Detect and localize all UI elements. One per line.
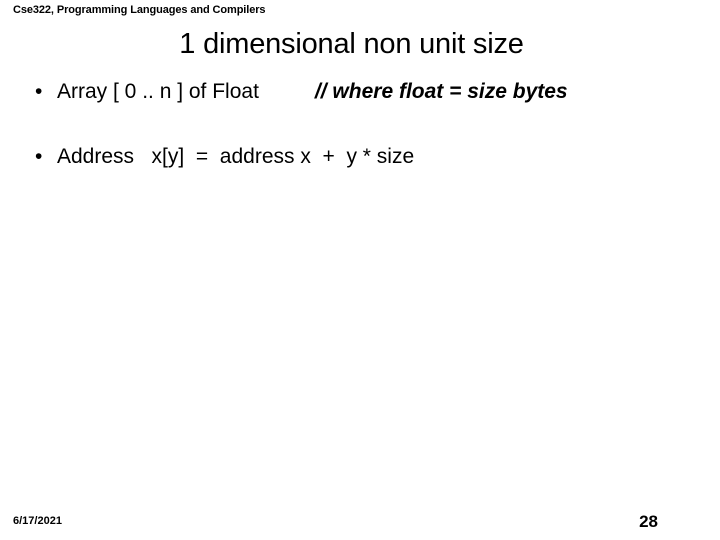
slide-canvas: Cse322, Programming Languages and Compil… xyxy=(0,0,720,540)
footer-page-number: 28 xyxy=(639,512,658,531)
page-title: 1 dimensional non unit size xyxy=(179,28,524,60)
bullet-dot-icon: • xyxy=(35,145,43,168)
bullet-item-2: • Address x[y] = address x + y * size xyxy=(0,143,720,170)
bullet-dot-icon: • xyxy=(35,80,43,103)
bullet-item-1-text: Array [ 0 .. n ] of Float xyxy=(57,80,259,103)
bullet-item-1-comment: // where float = size bytes xyxy=(314,80,568,103)
slide-header-text: Cse322, Programming Languages and Compil… xyxy=(13,4,266,16)
bullet-item-2-text: Address x[y] = address x + y * size xyxy=(57,145,415,168)
slide-body: • Array [ 0 .. n ] of Float // where flo… xyxy=(0,78,720,170)
footer-date: 6/17/2021 xyxy=(13,515,62,527)
bullet-item-1: • Array [ 0 .. n ] of Float // where flo… xyxy=(0,78,720,105)
